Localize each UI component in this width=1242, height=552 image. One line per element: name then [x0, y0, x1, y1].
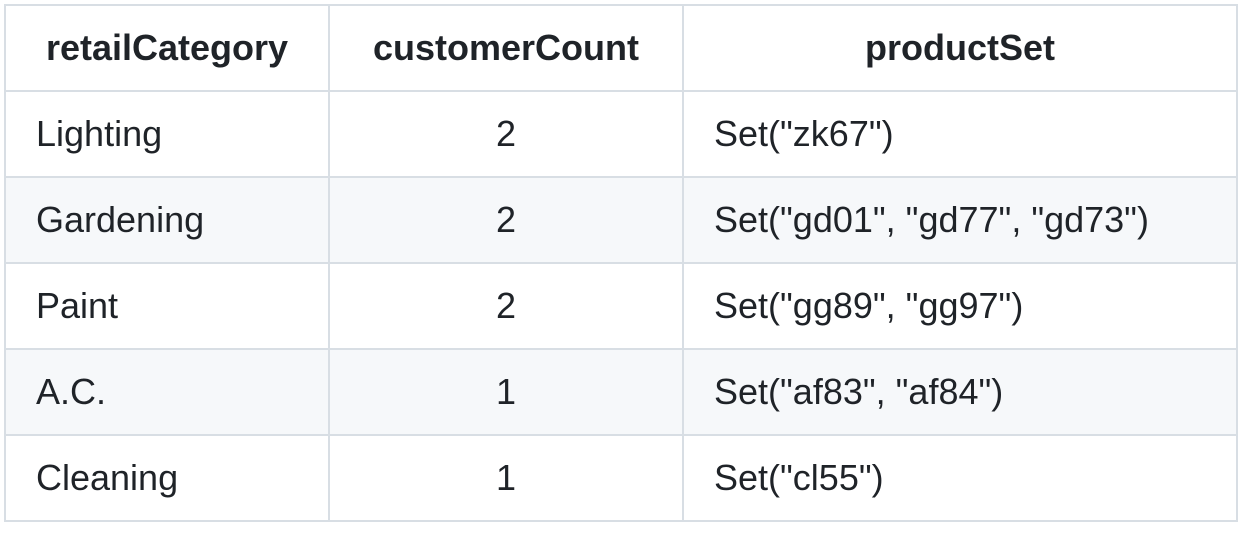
product-set-cell: Set("zk67"): [682, 90, 1238, 178]
product-set-cell: Set("af83", "af84"): [682, 348, 1238, 436]
customer-count-cell: 2: [328, 90, 684, 178]
column-header-product-set: productSet: [682, 4, 1238, 92]
table-row: Lighting 2 Set("zk67"): [4, 90, 1238, 178]
product-set-cell: Set("gd01", "gd77", "gd73"): [682, 176, 1238, 264]
results-table: retailCategory customerCount productSet …: [4, 4, 1238, 522]
product-set-cell: Set("gg89", "gg97"): [682, 262, 1238, 350]
customer-count-cell: 2: [328, 262, 684, 350]
table-row: Gardening 2 Set("gd01", "gd77", "gd73"): [4, 176, 1238, 264]
customer-count-cell: 1: [328, 434, 684, 522]
results-table-container: retailCategory customerCount productSet …: [4, 4, 1238, 522]
product-set-cell: Set("cl55"): [682, 434, 1238, 522]
table-row: A.C. 1 Set("af83", "af84"): [4, 348, 1238, 436]
column-header-retail-category: retailCategory: [4, 4, 330, 92]
retail-category-cell: A.C.: [4, 348, 330, 436]
table-header-row: retailCategory customerCount productSet: [4, 4, 1238, 92]
customer-count-cell: 1: [328, 348, 684, 436]
table-row: Cleaning 1 Set("cl55"): [4, 434, 1238, 522]
retail-category-cell: Lighting: [4, 90, 330, 178]
table-row: Paint 2 Set("gg89", "gg97"): [4, 262, 1238, 350]
retail-category-cell: Cleaning: [4, 434, 330, 522]
customer-count-cell: 2: [328, 176, 684, 264]
retail-category-cell: Gardening: [4, 176, 330, 264]
retail-category-cell: Paint: [4, 262, 330, 350]
column-header-customer-count: customerCount: [328, 4, 684, 92]
